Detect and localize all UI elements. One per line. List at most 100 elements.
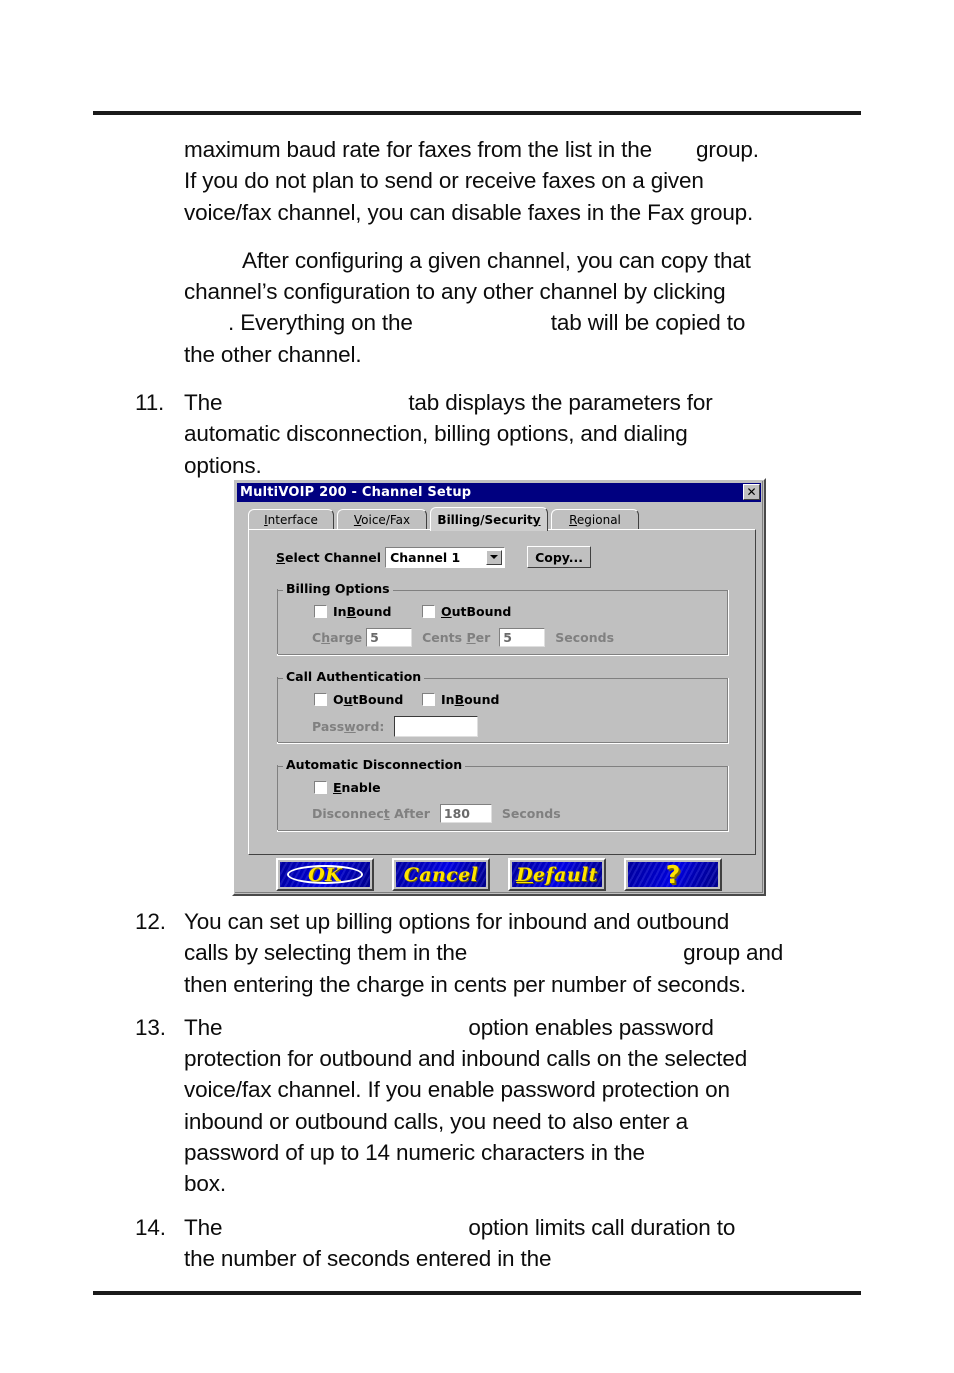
disconnect-after-value: 180 <box>443 806 470 821</box>
ok-button[interactable]: OK <box>276 858 374 891</box>
paragraph-copy-line-4: the other channel. <box>184 341 362 367</box>
disconnect-after-input[interactable]: 180 <box>439 804 492 823</box>
channel-setup-dialog[interactable]: MultiVOIP 200 - Channel Setup ✕ Interfac… <box>232 478 766 896</box>
cancel-button-label: Cancel <box>403 863 479 886</box>
list-item-11-line-1b: tab displays the parameters for <box>408 390 713 416</box>
list-item-number: 14. <box>135 1214 166 1240</box>
paragraph-fax-line-2: If you do not plan to send or receive fa… <box>184 168 704 194</box>
automatic-disconnection-legend: Automatic Disconnection <box>283 757 466 772</box>
close-icon[interactable]: ✕ <box>743 484 760 500</box>
billing-security-panel: Select Channel Channel 1 Copy... Billing… <box>248 529 756 855</box>
page-bottom-rule <box>93 1291 861 1295</box>
paragraph-copy-line-2: channel’s configuration to any other cha… <box>184 279 726 305</box>
dialog-titlebar[interactable]: MultiVOIP 200 - Channel Setup ✕ <box>237 483 761 502</box>
tab-billing-security-label: Billing/Security <box>437 512 541 527</box>
call-authentication-group: Call Authentication OutBound InBound Pas… <box>276 669 729 744</box>
billing-options-legend: Billing Options <box>283 581 393 596</box>
select-channel-value: Channel 1 <box>390 549 461 565</box>
question-mark-icon: ? <box>665 862 681 887</box>
list-item-14-line-1b: option limits call duration to <box>468 1214 736 1240</box>
checkbox-box[interactable] <box>422 605 435 618</box>
checkbox-box[interactable] <box>422 693 435 706</box>
select-channel-combobox[interactable]: Channel 1 <box>385 546 506 568</box>
disconnect-after-label: Disconnect After <box>312 806 430 821</box>
list-item-12: 12. You can set up billing options for i… <box>135 906 894 1000</box>
tab-regional-label: egional <box>576 513 621 527</box>
paragraph-fax-line-3: voice/fax channel, you can disable faxes… <box>184 199 754 225</box>
password-input[interactable] <box>394 716 479 737</box>
auth-outbound-checkbox[interactable]: OutBound <box>314 692 403 707</box>
list-item-13-line-1: The <box>184 1014 223 1040</box>
list-item-11: 11. The tab displays the parameters for a… <box>135 387 894 481</box>
checkbox-box[interactable] <box>314 693 327 706</box>
billing-outbound-label: OutBound <box>441 604 512 619</box>
auth-outbound-label: OutBound <box>333 692 404 707</box>
automatic-disconnection-group: Automatic Disconnection Enable Disconnec… <box>276 757 729 832</box>
default-button-label: Default <box>516 863 598 886</box>
cancel-button[interactable]: Cancel <box>392 858 490 891</box>
billing-inbound-checkbox[interactable]: InBound <box>314 604 391 619</box>
list-item-13-line-3: voice/fax channel. If you enable passwor… <box>184 1077 730 1103</box>
paragraph-fax: maximum baud rate for faxes from the lis… <box>184 134 884 228</box>
list-item-14-line-2: the number of seconds entered in the <box>184 1245 552 1271</box>
help-button[interactable]: ? <box>624 858 722 891</box>
list-item-14-line-1: The <box>184 1214 223 1240</box>
close-glyph: ✕ <box>746 485 757 499</box>
tab-interface[interactable]: Interface <box>248 509 334 530</box>
disconnect-seconds-label: Seconds <box>501 806 561 821</box>
list-item-11-line-2: automatic disconnection, billing options… <box>184 421 688 447</box>
list-item-12-line-2b: group and <box>683 940 784 966</box>
paragraph-fax-line-1b: group. <box>696 137 759 162</box>
tab-regional[interactable]: Regional <box>551 509 639 530</box>
copy-button-label: Copy... <box>535 549 584 565</box>
chevron-down-icon[interactable] <box>486 549 503 565</box>
dialog-title: MultiVOIP 200 - Channel Setup <box>240 485 472 500</box>
copy-button[interactable]: Copy... <box>527 546 592 568</box>
tab-voice-fax[interactable]: Voice/Fax <box>337 509 427 530</box>
dialog-button-bar: OK Cancel Default ? <box>234 858 764 891</box>
list-item-11-line-1: The <box>184 390 223 416</box>
charge-input[interactable]: 5 <box>366 628 413 647</box>
ok-oval-decoration <box>287 865 363 884</box>
auto-disconnect-enable-checkbox[interactable]: Enable <box>314 780 381 795</box>
list-item-11-line-3: options. <box>184 452 262 478</box>
list-item-14: 14. The option limits call duration to th… <box>135 1212 894 1275</box>
auto-disconnect-enable-label: Enable <box>333 780 381 795</box>
list-item-number: 13. <box>135 1014 166 1040</box>
password-label: Password: <box>312 719 385 734</box>
billing-inbound-label: InBound <box>333 604 392 619</box>
auth-inbound-checkbox[interactable]: InBound <box>422 692 499 707</box>
disconnect-after-field-row: Disconnect After 180 Seconds <box>312 804 565 823</box>
checkbox-box[interactable] <box>314 781 327 794</box>
document-body: maximum baud rate for faxes from the lis… <box>93 134 883 481</box>
checkbox-box[interactable] <box>314 605 327 618</box>
document-body-lower: 12. You can set up billing options for i… <box>93 906 883 1274</box>
tab-voice-fax-label: oice/Fax <box>361 513 411 527</box>
cents-per-value: 5 <box>503 630 512 645</box>
paragraph-copy-line-1: After configuring a given channel, you c… <box>242 247 751 273</box>
select-channel-label: Select Channel <box>276 549 382 565</box>
tab-regional-accel: R <box>569 513 577 527</box>
billing-outbound-checkbox[interactable]: OutBound <box>422 604 511 619</box>
list-item-13-line-6: box. <box>184 1171 226 1197</box>
password-field-row: Password: <box>312 716 479 737</box>
select-channel-row: Select Channel Channel 1 Copy... <box>276 546 592 568</box>
call-authentication-legend: Call Authentication <box>283 669 425 684</box>
default-button[interactable]: Default <box>508 858 606 891</box>
list-item-13: 13. The option enables password protectio… <box>135 1012 894 1200</box>
paragraph-copy: After configuring a given channel, you c… <box>184 245 884 370</box>
list-item-13-line-2: protection for outbound and inbound call… <box>184 1046 748 1072</box>
paragraph-copy-line-3: . Everything on the <box>228 310 413 336</box>
tab-interface-label: nterface <box>267 513 318 527</box>
cents-per-input[interactable]: 5 <box>499 628 546 647</box>
list-item-number: 11. <box>135 390 165 416</box>
charge-value: 5 <box>370 630 379 645</box>
page-top-rule <box>93 111 861 115</box>
auth-inbound-label: InBound <box>441 692 500 707</box>
tab-billing-security[interactable]: Billing/Security <box>430 507 548 531</box>
list-item-13-line-1b: option enables password <box>468 1014 714 1040</box>
